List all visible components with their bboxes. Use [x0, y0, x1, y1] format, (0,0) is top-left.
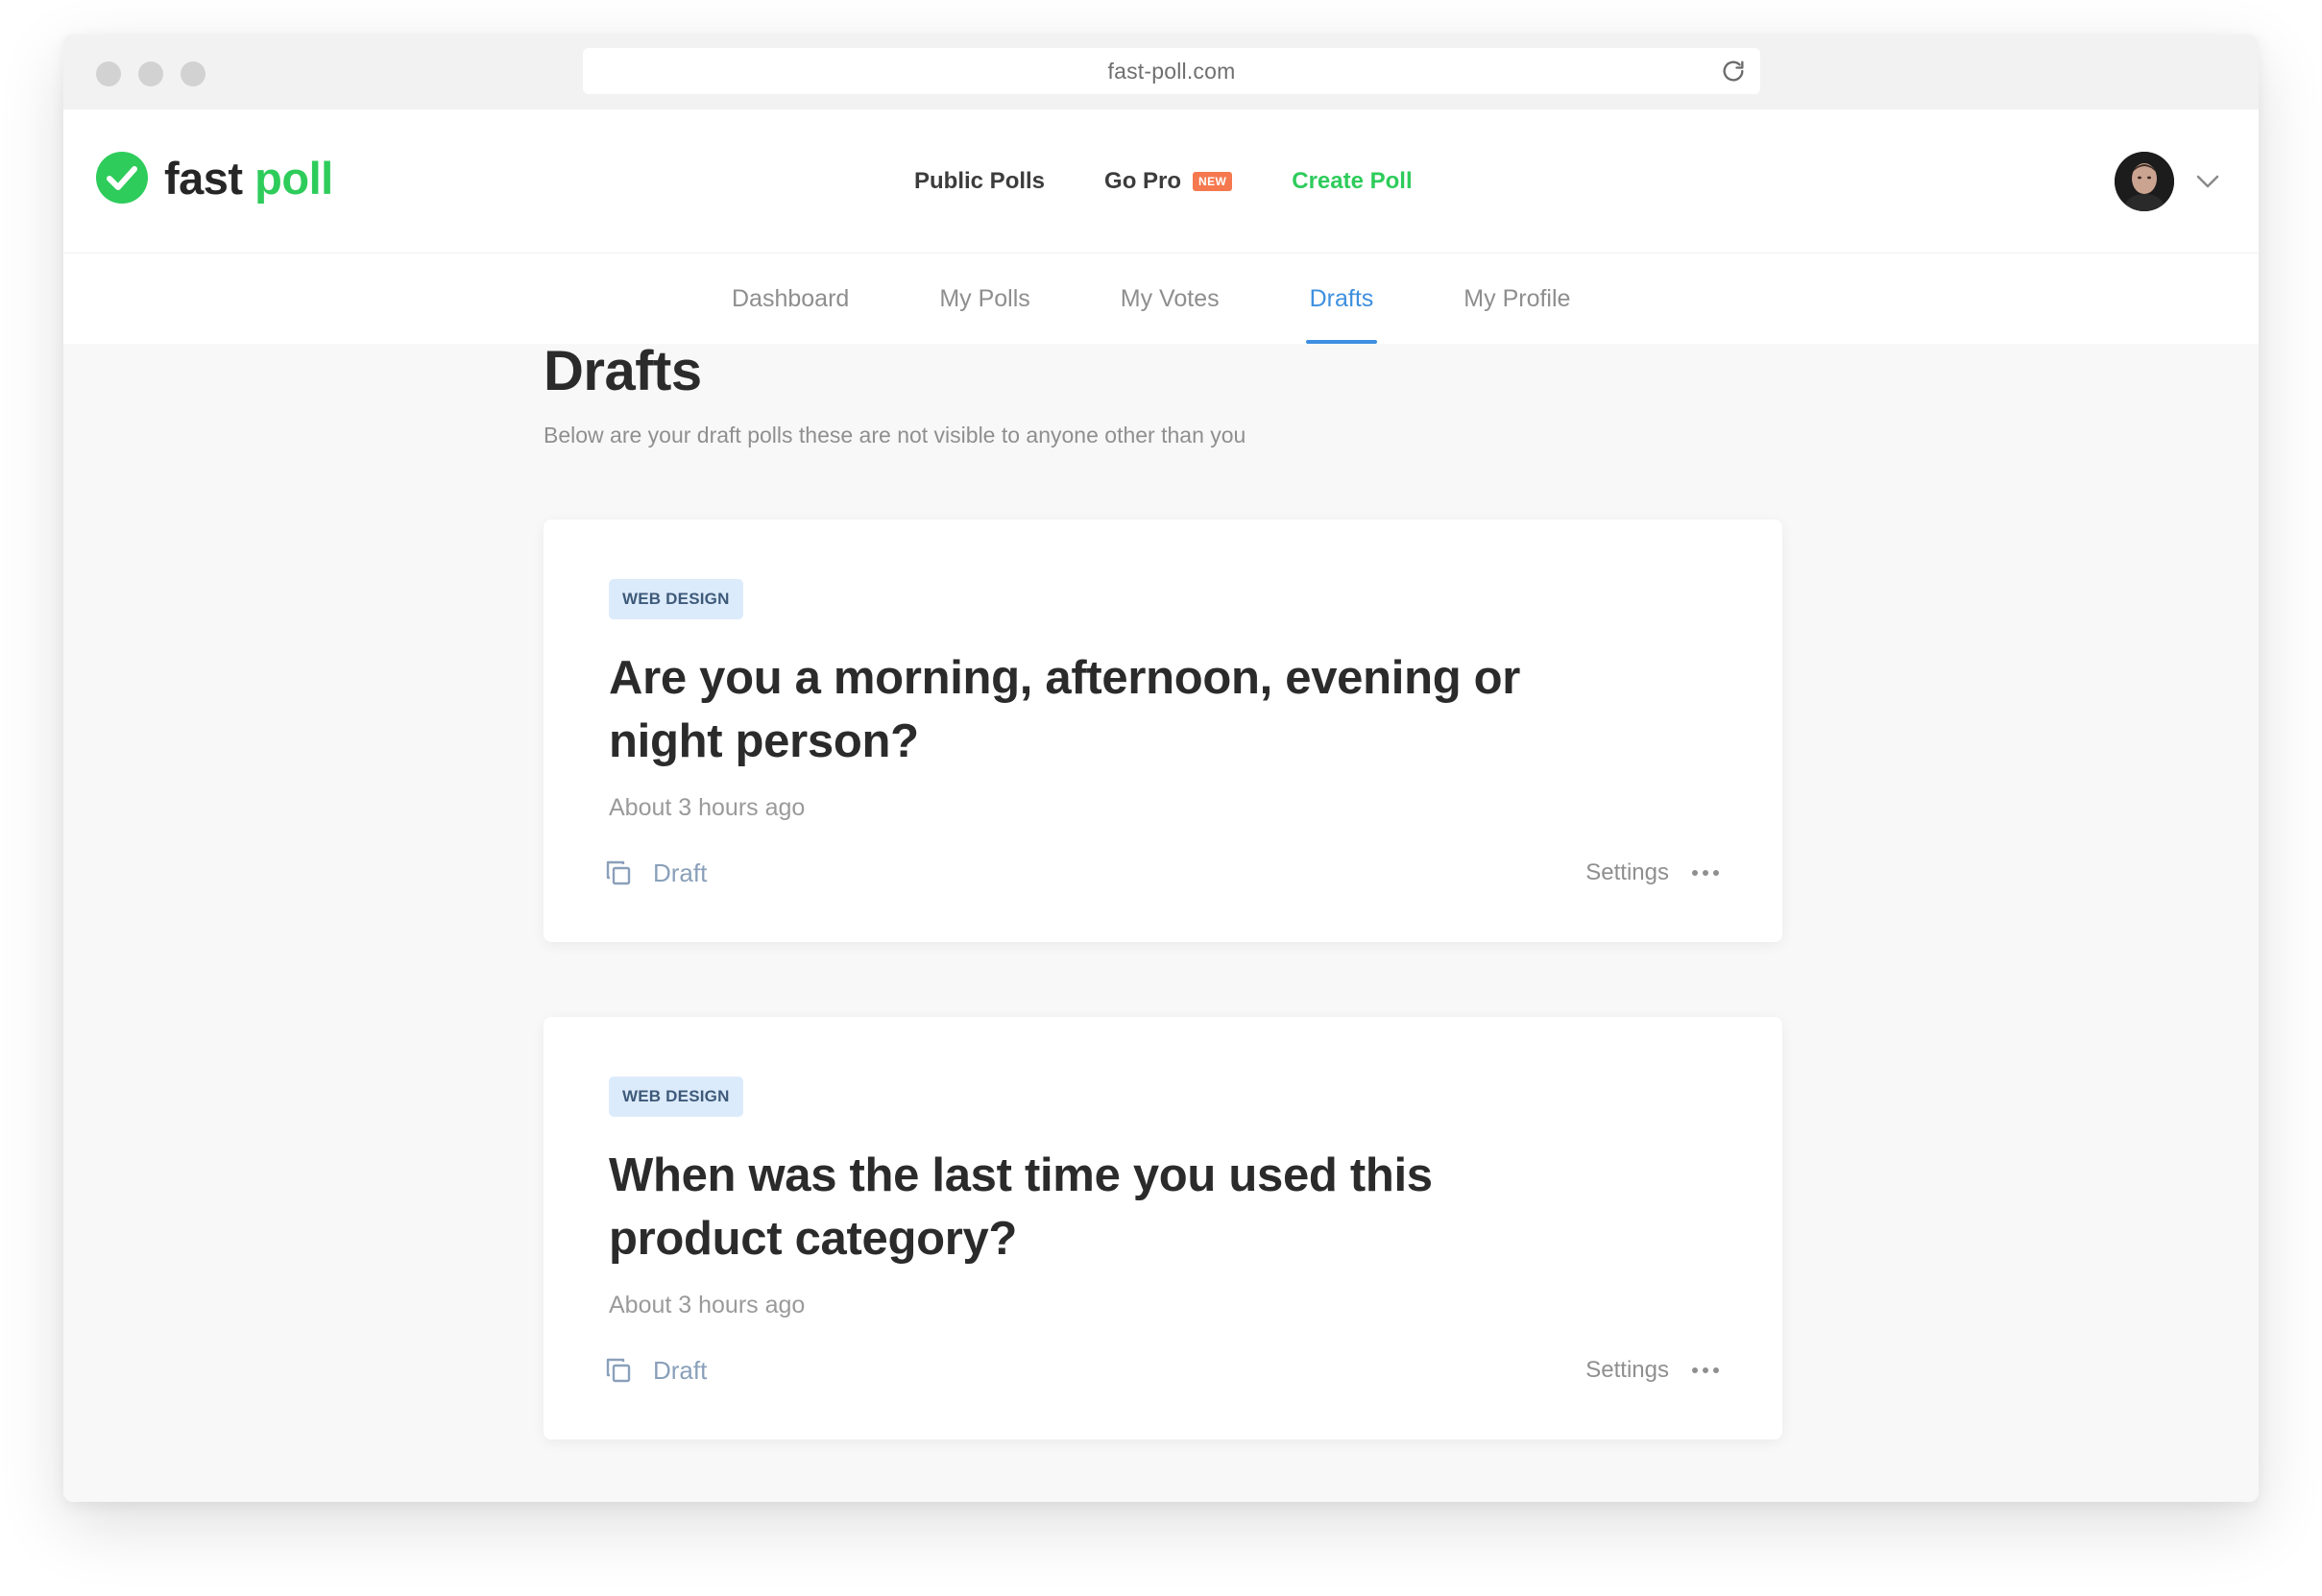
tab-bar: Dashboard My Polls My Votes Drafts My Pr… [730, 254, 1658, 344]
poll-actions: Settings [1585, 1357, 1721, 1384]
poll-card[interactable]: WEB DESIGN Are you a morning, afternoon,… [544, 520, 1782, 942]
nav-public-polls[interactable]: Public Polls [914, 168, 1045, 195]
poll-title[interactable]: When was the last time you used this pro… [609, 1144, 1569, 1270]
close-window-button[interactable] [96, 61, 121, 86]
page-subtitle: Below are your draft polls these are not… [544, 423, 1246, 447]
page-title: Drafts [544, 340, 702, 402]
copy-icon [606, 860, 631, 885]
logo-text-poll: poll [254, 152, 333, 204]
tab-my-votes[interactable]: My Votes [1119, 254, 1221, 344]
nav-go-pro-label: Go Pro [1104, 168, 1182, 194]
window-controls [96, 61, 206, 86]
browser-window: fast-poll.com fast poll Public Polls Go … [63, 35, 2259, 1502]
poll-card-footer: Draft Settings [603, 1351, 1721, 1390]
minimize-window-button[interactable] [138, 61, 163, 86]
poll-title[interactable]: Are you a morning, afternoon, evening or… [609, 646, 1569, 773]
more-horizontal-icon[interactable] [1690, 867, 1721, 879]
avatar[interactable] [2115, 152, 2174, 211]
new-badge: NEW [1193, 172, 1233, 191]
browser-chrome: fast-poll.com [63, 35, 2259, 109]
tab-my-polls[interactable]: My Polls [937, 254, 1031, 344]
check-circle-icon [96, 152, 148, 204]
tab-my-profile[interactable]: My Profile [1462, 254, 1572, 344]
tab-dashboard[interactable]: Dashboard [730, 254, 851, 344]
poll-card[interactable]: WEB DESIGN When was the last time you us… [544, 1017, 1782, 1439]
poll-status: Draft [653, 858, 708, 887]
site-header: fast poll Public Polls Go Pro NEW Create… [63, 109, 2259, 254]
poll-timestamp: About 3 hours ago [609, 794, 806, 821]
poll-timestamp: About 3 hours ago [609, 1292, 806, 1318]
nav-go-pro[interactable]: Go Pro NEW [1104, 168, 1233, 195]
url-text: fast-poll.com [1107, 58, 1236, 84]
poll-actions: Settings [1585, 859, 1721, 886]
chevron-down-icon[interactable] [2195, 173, 2220, 190]
sub-navigation: Dashboard My Polls My Votes Drafts My Pr… [63, 254, 2259, 344]
logo-text-fast: fast [164, 152, 243, 204]
logo-text: fast poll [164, 156, 333, 201]
address-bar[interactable]: fast-poll.com [583, 48, 1760, 94]
copy-icon [606, 1358, 631, 1383]
category-tag[interactable]: WEB DESIGN [609, 579, 743, 619]
category-tag[interactable]: WEB DESIGN [609, 1076, 743, 1117]
avatar-image [2115, 152, 2174, 211]
poll-status: Draft [653, 1355, 708, 1385]
top-navigation: Public Polls Go Pro NEW Create Poll [914, 109, 1413, 254]
tab-drafts[interactable]: Drafts [1305, 254, 1377, 344]
maximize-window-button[interactable] [181, 61, 206, 86]
poll-card-footer: Draft Settings [603, 854, 1721, 892]
logo[interactable]: fast poll [96, 152, 333, 204]
nav-create-poll[interactable]: Create Poll [1292, 168, 1412, 195]
main-content: Drafts Below are your draft polls these … [544, 344, 1782, 1439]
reload-icon[interactable] [1720, 58, 1747, 85]
settings-link[interactable]: Settings [1585, 859, 1669, 886]
more-horizontal-icon[interactable] [1690, 1365, 1721, 1376]
settings-link[interactable]: Settings [1585, 1357, 1669, 1384]
